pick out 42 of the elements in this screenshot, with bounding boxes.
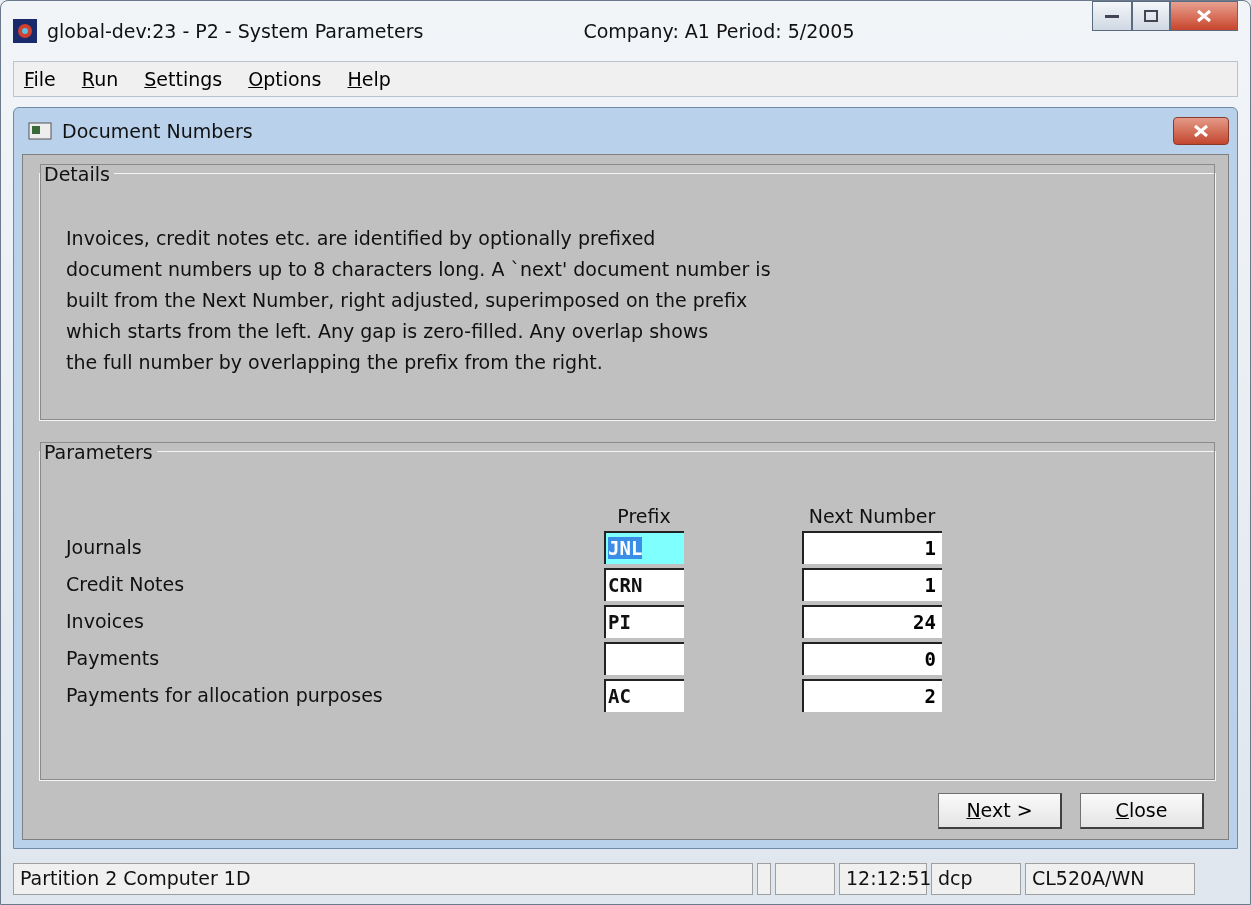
next-number-field[interactable]: 1 xyxy=(802,530,942,564)
next-number-field[interactable]: 2 xyxy=(802,678,942,712)
window-title: global-dev:23 - P2 - System Parameters xyxy=(47,19,424,42)
prefix-field[interactable]: CRN xyxy=(604,567,684,601)
status-message: Partition 2 Computer 1D xyxy=(13,863,753,896)
company-period: Company: A1 Period: 5/2005 xyxy=(583,19,855,42)
status-panel xyxy=(775,863,835,896)
close-button[interactable] xyxy=(1173,116,1229,145)
field-label: Payments for allocation purposes xyxy=(66,684,384,707)
next-button[interactable]: Next > xyxy=(938,792,1062,829)
minimize-button[interactable] xyxy=(1092,1,1132,31)
next-number-field[interactable]: 1 xyxy=(802,567,942,601)
prefix-field[interactable]: PI xyxy=(604,604,684,638)
field-label: Invoices xyxy=(66,610,145,633)
close-icon xyxy=(1196,9,1212,23)
close-button[interactable]: Close xyxy=(1080,792,1204,829)
status-panel xyxy=(757,863,771,896)
column-header: Prefix xyxy=(616,504,672,527)
menu-item[interactable]: File xyxy=(24,67,56,90)
app-icon xyxy=(13,18,37,43)
close-icon xyxy=(1193,123,1209,138)
maximize-icon xyxy=(1144,10,1158,22)
field-label: Journals xyxy=(66,536,143,559)
maximize-button[interactable] xyxy=(1132,1,1170,31)
prefix-field[interactable] xyxy=(604,641,684,675)
description-text: Invoices, credit notes etc. are identified by optionally prefixed document numbers up to 8 characters long. A `next' document number is built from the Next Number, right adjusted, superimposed on the prefix which starts from the left. Any gap is zero-filled. Any overlap shows the full number by overlapping the prefix from the right. xyxy=(66,225,772,375)
prefix-field[interactable]: AC xyxy=(604,678,684,712)
menu-item[interactable]: Options xyxy=(248,67,322,90)
menu-item[interactable]: Run xyxy=(81,67,119,90)
dialog-title: Document Numbers xyxy=(62,119,253,142)
window-icon xyxy=(28,121,52,140)
status-user: dcp xyxy=(931,863,1021,896)
status-code: CL520A/WN xyxy=(1025,863,1195,896)
menu-item[interactable]: Help xyxy=(347,67,391,90)
field-label: Credit Notes xyxy=(66,573,186,596)
field-label: Payments xyxy=(66,647,161,670)
close-button[interactable] xyxy=(1170,1,1238,31)
next-number-field[interactable]: 0 xyxy=(802,641,942,675)
column-header: Next Number xyxy=(807,504,937,527)
menu-item[interactable]: Settings xyxy=(144,67,223,90)
minimize-icon xyxy=(1105,13,1119,19)
next-number-field[interactable]: 24 xyxy=(802,604,942,638)
